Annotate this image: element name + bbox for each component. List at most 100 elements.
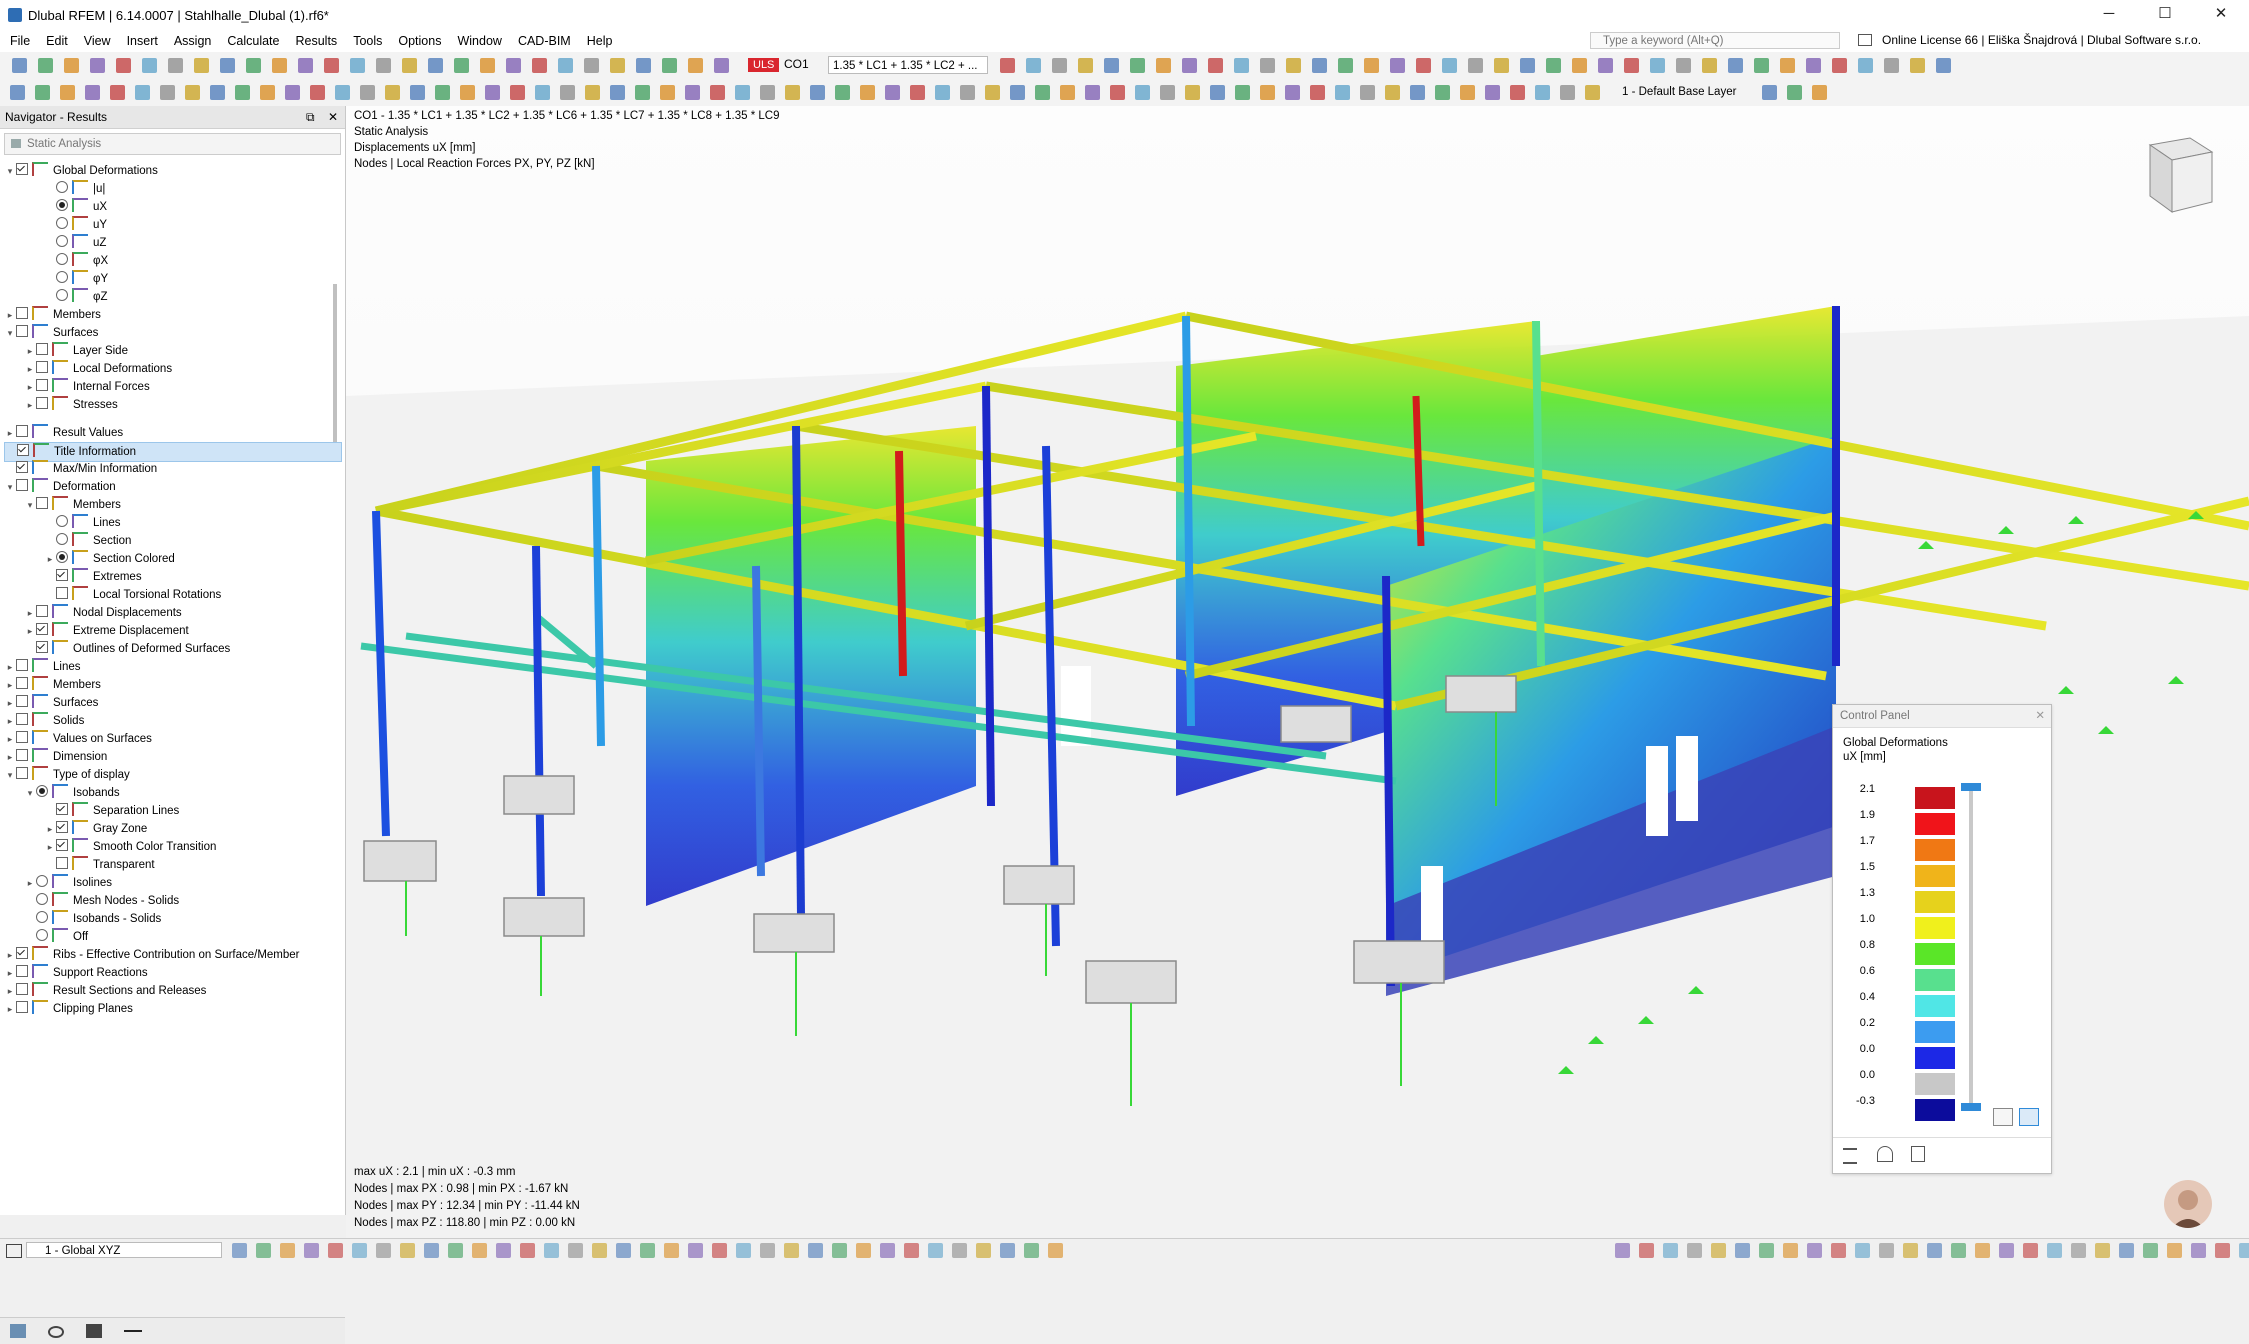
toolbar-tool-icon[interactable]: [1156, 58, 1171, 73]
status-tool-icon[interactable]: [1759, 1243, 1774, 1258]
status-tool-icon[interactable]: [1639, 1243, 1654, 1258]
toolbar-tool-icon[interactable]: [38, 58, 53, 73]
toolbar-tool-icon[interactable]: [1310, 85, 1325, 100]
toolbar-tool-icon[interactable]: [985, 85, 1000, 100]
status-tool-icon[interactable]: [2095, 1243, 2110, 1258]
status-tool-icon[interactable]: [280, 1243, 295, 1258]
radio-button[interactable]: [56, 289, 68, 301]
toolbar-tool-icon[interactable]: [1130, 58, 1145, 73]
toolbar-tool-icon[interactable]: [1416, 58, 1431, 73]
expand-chevron-icon[interactable]: ▸: [24, 378, 36, 396]
toolbar-tool-icon[interactable]: [584, 58, 599, 73]
tab-display-icon[interactable]: [48, 1326, 64, 1338]
toolbar-tool-icon[interactable]: [1360, 85, 1375, 100]
toolbar-tool-icon[interactable]: [1085, 85, 1100, 100]
toolbar-tool-icon[interactable]: [246, 58, 261, 73]
expand-chevron-icon[interactable]: ▸: [4, 982, 16, 1000]
toolbar-tool-icon[interactable]: [1435, 85, 1450, 100]
checkbox[interactable]: [16, 479, 28, 491]
toolbar-tool-icon[interactable]: [1110, 85, 1125, 100]
tree-item[interactable]: Mesh Nodes - Solids: [24, 892, 340, 910]
toolbar-tool-icon[interactable]: [1812, 85, 1827, 100]
toolbar-tool-icon[interactable]: [1390, 58, 1405, 73]
toolbar-tool-icon[interactable]: [1364, 58, 1379, 73]
status-tool-icon[interactable]: [712, 1243, 727, 1258]
status-tool-icon[interactable]: [2119, 1243, 2134, 1258]
checkbox[interactable]: [56, 821, 68, 833]
toolbar-tool-icon[interactable]: [506, 58, 521, 73]
toolbar-tool-icon[interactable]: [428, 58, 443, 73]
checkbox[interactable]: [36, 343, 48, 355]
tree-item[interactable]: ▸ Surfaces: [4, 694, 340, 712]
toolbar-tool-icon[interactable]: [220, 58, 235, 73]
checkbox[interactable]: [16, 163, 28, 175]
status-tool-icon[interactable]: [328, 1243, 343, 1258]
slider-max-handle[interactable]: [1961, 783, 1981, 791]
status-tool-icon[interactable]: [592, 1243, 607, 1258]
settings-icon[interactable]: [1993, 1108, 2013, 1126]
status-tool-icon[interactable]: [2215, 1243, 2230, 1258]
toolbar-tool-icon[interactable]: [510, 85, 525, 100]
toolbar-tool-icon[interactable]: [1160, 85, 1175, 100]
expand-chevron-icon[interactable]: ▸: [44, 820, 56, 838]
checkbox[interactable]: [36, 397, 48, 409]
toolbar-tool-icon[interactable]: [1182, 58, 1197, 73]
tree-item[interactable]: Separation Lines: [44, 802, 340, 820]
status-tool-icon[interactable]: [1615, 1243, 1630, 1258]
checkbox[interactable]: [56, 857, 68, 869]
radio-button[interactable]: [36, 875, 48, 887]
toolbar-tool-icon[interactable]: [1754, 58, 1769, 73]
status-tool-icon[interactable]: [856, 1243, 871, 1258]
view-select[interactable]: 1 - Global XYZ: [26, 1242, 222, 1258]
toolbar-tool-icon[interactable]: [402, 58, 417, 73]
checkbox[interactable]: [56, 839, 68, 851]
toolbar-tool-icon[interactable]: [1442, 58, 1457, 73]
status-tool-icon[interactable]: [520, 1243, 535, 1258]
analysis-type-select[interactable]: Static Analysis: [4, 133, 341, 155]
tab-views-icon[interactable]: [86, 1324, 102, 1338]
status-tool-icon[interactable]: [1048, 1243, 1063, 1258]
control-panel[interactable]: Control Panel ✕ Global Deformations uX […: [1832, 704, 2052, 1174]
tree-item[interactable]: Transparent: [44, 856, 340, 874]
toolbar-tool-icon[interactable]: [185, 85, 200, 100]
toolbar-tool-icon[interactable]: [1598, 58, 1613, 73]
toolbar-tool-icon[interactable]: [310, 85, 325, 100]
toolbar-tool-icon[interactable]: [1385, 85, 1400, 100]
status-tool-icon[interactable]: [880, 1243, 895, 1258]
toolbar-tool-icon[interactable]: [1010, 85, 1025, 100]
checkbox[interactable]: [16, 461, 28, 473]
radio-button[interactable]: [36, 929, 48, 941]
menu-help[interactable]: Help: [579, 30, 621, 52]
toolbar-tool-icon[interactable]: [810, 85, 825, 100]
menu-window[interactable]: Window: [449, 30, 509, 52]
menu-options[interactable]: Options: [390, 30, 449, 52]
status-tool-icon[interactable]: [256, 1243, 271, 1258]
toolbar-tool-icon[interactable]: [298, 58, 313, 73]
toolbar-tool-icon[interactable]: [1312, 58, 1327, 73]
tree-item[interactable]: Lines: [44, 514, 340, 532]
radio-button[interactable]: [56, 235, 68, 247]
list-icon[interactable]: [1843, 1148, 1857, 1164]
checkbox[interactable]: [36, 605, 48, 617]
tree-item[interactable]: Isobands - Solids: [24, 910, 340, 928]
menu-calculate[interactable]: Calculate: [219, 30, 287, 52]
toolbar-tool-icon[interactable]: [560, 85, 575, 100]
status-tool-icon[interactable]: [424, 1243, 439, 1258]
toolbar-tool-icon[interactable]: [1026, 58, 1041, 73]
status-tool-icon[interactable]: [1663, 1243, 1678, 1258]
status-tool-icon[interactable]: [2143, 1243, 2158, 1258]
toolbar-tool-icon[interactable]: [335, 85, 350, 100]
status-tool-icon[interactable]: [1879, 1243, 1894, 1258]
status-tool-icon[interactable]: [784, 1243, 799, 1258]
toolbar-tool-icon[interactable]: [135, 85, 150, 100]
status-tool-icon[interactable]: [496, 1243, 511, 1258]
close-button[interactable]: ✕: [2193, 0, 2249, 30]
toolbar-tool-icon[interactable]: [1338, 58, 1353, 73]
status-tool-icon[interactable]: [1831, 1243, 1846, 1258]
expand-chevron-icon[interactable]: ▾: [24, 496, 36, 514]
load-combo-label[interactable]: CO1: [784, 57, 809, 71]
tree-item[interactable]: ▸ Section Colored: [44, 550, 340, 568]
tree-item[interactable]: φY: [44, 270, 340, 288]
toolbar-tool-icon[interactable]: [1510, 85, 1525, 100]
toolbar-tool-icon[interactable]: [385, 85, 400, 100]
